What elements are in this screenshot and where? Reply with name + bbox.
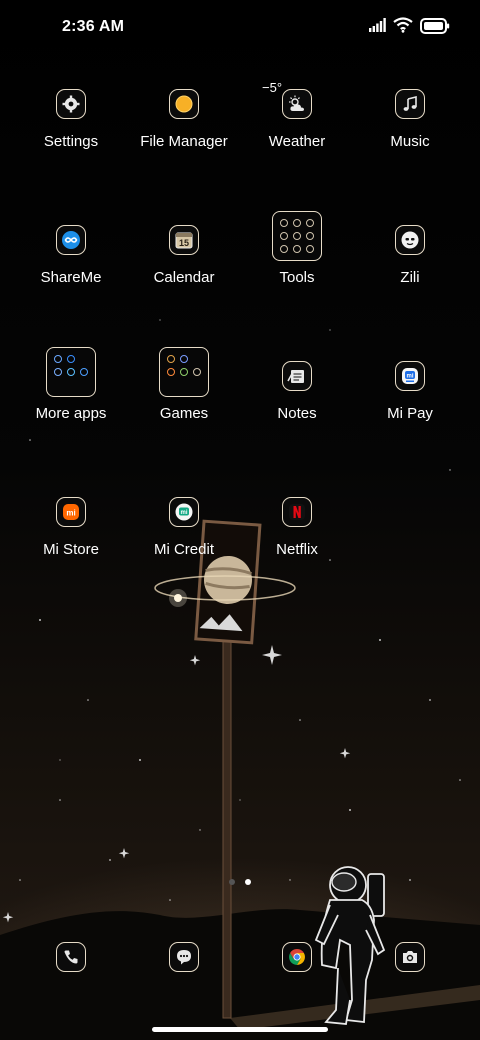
chrome-icon[interactable] xyxy=(282,942,312,972)
app-mi-store[interactable]: mi Mi Store xyxy=(11,497,131,607)
folder-games[interactable]: Games xyxy=(124,347,244,471)
folder-more-apps[interactable]: More apps xyxy=(11,347,131,471)
app-label: More apps xyxy=(35,405,107,422)
page-dot-active xyxy=(245,879,251,885)
app-label: Netflix xyxy=(276,541,318,558)
app-notes[interactable]: Notes xyxy=(237,361,357,471)
page-dot xyxy=(229,879,235,885)
folder-tools[interactable]: Tools xyxy=(237,211,357,335)
folder-icon xyxy=(159,347,209,397)
status-bar: 2:36 AM xyxy=(0,0,480,56)
gear-icon xyxy=(56,89,86,119)
app-label: Weather xyxy=(268,133,326,150)
music-note-icon xyxy=(395,89,425,119)
page-indicator[interactable] xyxy=(229,879,251,887)
camera-icon[interactable] xyxy=(395,942,425,972)
notes-icon xyxy=(282,361,312,391)
calendar-icon: 15 xyxy=(169,225,199,255)
battery-icon xyxy=(420,18,450,34)
app-label: Mi Credit xyxy=(153,541,214,558)
app-weather[interactable]: Weather xyxy=(237,89,357,199)
app-label: Tools xyxy=(279,269,315,286)
svg-text:mi: mi xyxy=(180,510,187,516)
home-indicator-bar[interactable] xyxy=(152,1027,328,1032)
phone-icon[interactable] xyxy=(56,942,86,972)
app-shareme[interactable]: ShareMe xyxy=(11,225,131,335)
folder-icon xyxy=(272,211,322,261)
messages-icon[interactable] xyxy=(169,942,199,972)
weather-icon xyxy=(282,89,312,119)
app-file-manager[interactable]: File Manager xyxy=(124,89,244,199)
home-screen: 2:36 AM −5° Settings File Manager Weathe… xyxy=(0,0,480,1040)
app-label: Settings xyxy=(43,133,99,150)
netflix-icon xyxy=(282,497,312,527)
shareme-icon xyxy=(56,225,86,255)
app-zili[interactable]: Zili xyxy=(350,225,470,335)
app-music[interactable]: Music xyxy=(350,89,470,199)
app-calendar[interactable]: 15 Calendar xyxy=(124,225,244,335)
app-settings[interactable]: Settings xyxy=(11,89,131,199)
app-label: Calendar xyxy=(153,269,215,286)
mi-store-icon: mi xyxy=(56,497,86,527)
mi-credit-icon: mi xyxy=(169,497,199,527)
app-label: Games xyxy=(159,405,209,422)
app-label: Music xyxy=(390,133,430,150)
mi-pay-icon: mi xyxy=(395,361,425,391)
signal-icon xyxy=(369,18,386,32)
app-label: Zili xyxy=(400,269,420,286)
folder-icon xyxy=(46,347,96,397)
app-label: Mi Pay xyxy=(387,405,433,422)
status-time: 2:36 AM xyxy=(62,18,125,35)
zili-icon xyxy=(395,225,425,255)
wifi-icon xyxy=(393,17,413,33)
svg-text:mi: mi xyxy=(406,374,413,380)
calendar-day: 15 xyxy=(179,238,189,248)
svg-text:mi: mi xyxy=(66,509,75,518)
app-label: ShareMe xyxy=(40,269,102,286)
app-label: File Manager xyxy=(140,133,228,150)
app-netflix[interactable]: Netflix xyxy=(237,497,357,607)
app-label: Mi Store xyxy=(43,541,99,558)
folder-icon xyxy=(169,89,199,119)
app-mi-credit[interactable]: mi Mi Credit xyxy=(124,497,244,607)
app-mi-pay[interactable]: mi Mi Pay xyxy=(350,361,470,471)
app-label: Notes xyxy=(277,405,317,422)
